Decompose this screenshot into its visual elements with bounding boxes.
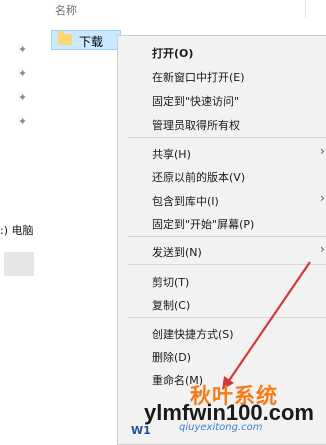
menu-item-take-ownership[interactable]: 管理员取得所有权: [152, 117, 240, 133]
column-header-name[interactable]: 名称: [55, 2, 77, 18]
file-name: 下载: [79, 35, 104, 49]
menu-separator: [128, 317, 326, 318]
nav-item-selected[interactable]: [4, 252, 34, 276]
menu-item-pin-start[interactable]: 固定到"开始"屏幕(P): [152, 216, 254, 232]
pin-icon: ✦: [18, 43, 28, 56]
menu-item-send-to[interactable]: 发送到(N): [152, 244, 202, 260]
menu-item-open[interactable]: 打开(O): [152, 45, 193, 61]
menu-item-cut[interactable]: 剪切(T): [152, 274, 189, 290]
menu-separator: [128, 264, 326, 265]
watermark-url-small: qiuyexitong.com: [179, 422, 263, 433]
menu-item-delete[interactable]: 删除(D): [152, 349, 191, 365]
menu-separator: [128, 137, 326, 138]
chevron-right-icon: ›: [320, 242, 325, 256]
column-header-separator: [305, 0, 306, 18]
chevron-right-icon: ›: [320, 144, 325, 158]
menu-item-copy[interactable]: 复制(C): [152, 297, 190, 313]
folder-icon: [58, 31, 72, 45]
pin-icon: ✦: [18, 67, 28, 80]
nav-item-this-pc[interactable]: :) 电脑: [0, 222, 34, 238]
chevron-right-icon: ›: [320, 191, 325, 205]
file-row-selected[interactable]: 下载: [51, 30, 121, 50]
menu-item-share[interactable]: 共享(H): [152, 146, 191, 162]
pin-icon: ✦: [18, 91, 28, 104]
menu-item-pin-quick-access[interactable]: 固定到"快速访问": [152, 93, 239, 109]
pin-icon: ✦: [18, 115, 28, 128]
menu-separator: [128, 236, 326, 237]
menu-item-open-new-window[interactable]: 在新窗口中打开(E): [152, 69, 245, 85]
menu-item-restore-versions[interactable]: 还原以前的版本(V): [152, 169, 245, 185]
menu-item-include-in-library[interactable]: 包含到库中(I): [152, 193, 219, 209]
menu-item-create-shortcut[interactable]: 创建快捷方式(S): [152, 326, 234, 342]
